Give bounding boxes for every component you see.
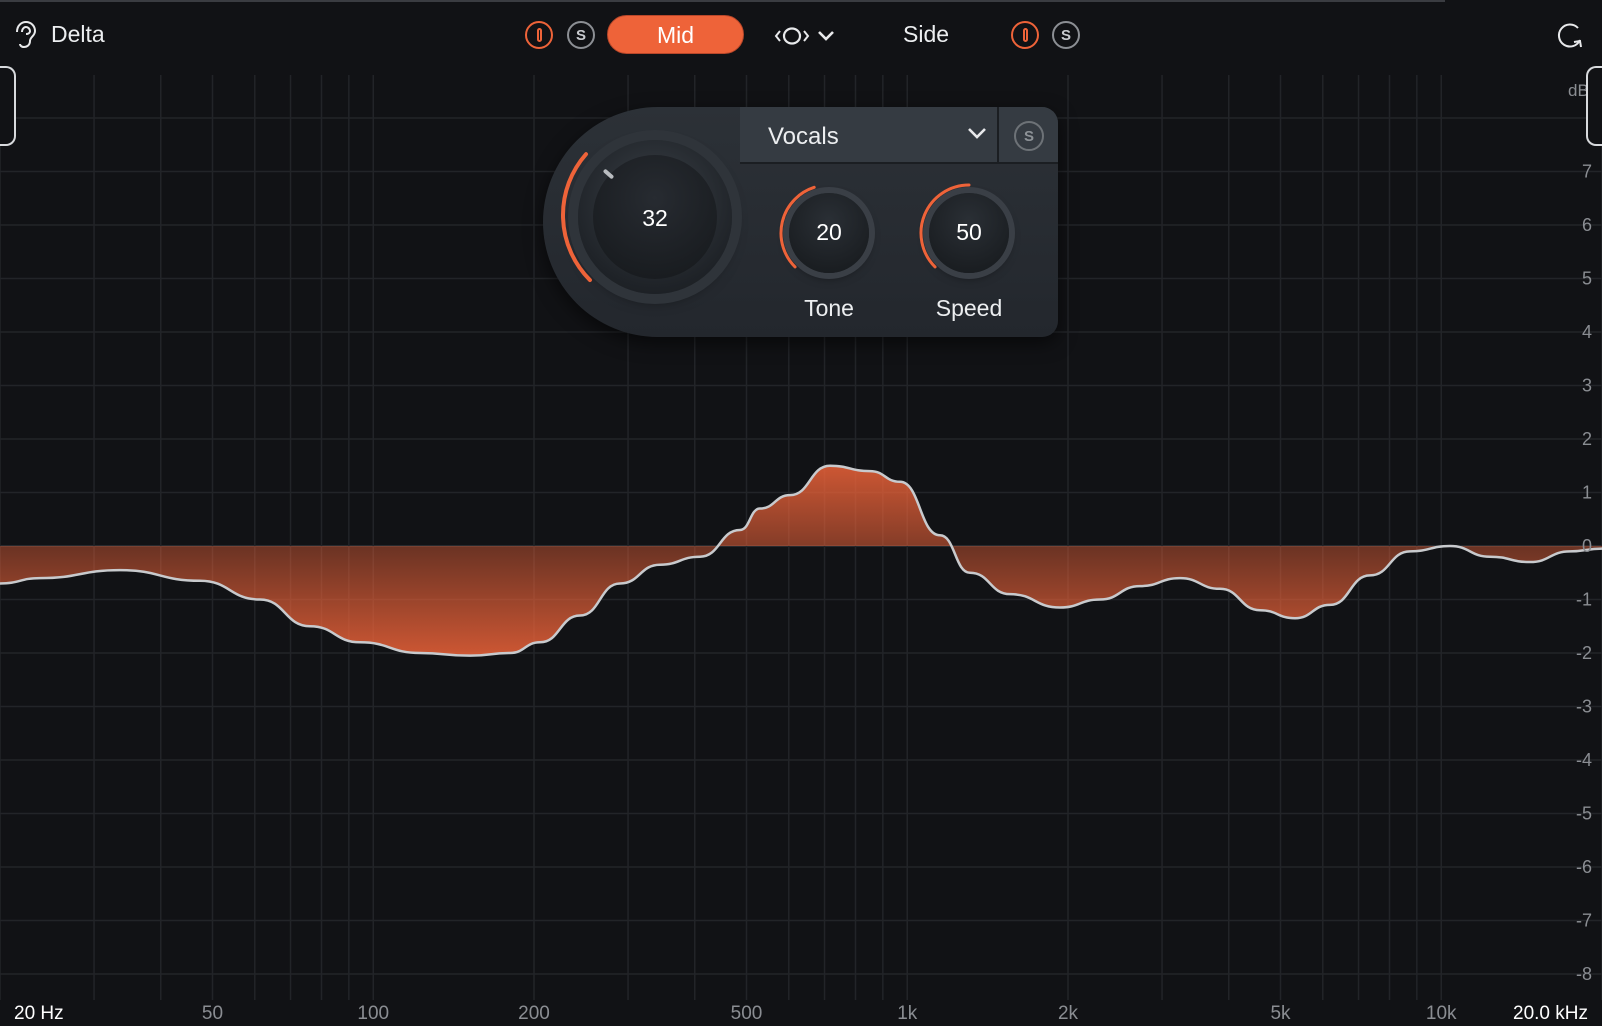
speed-label: Speed	[935, 295, 1003, 321]
mid-tab[interactable]: Mid	[607, 15, 744, 54]
chevron-down-icon[interactable]	[967, 126, 987, 140]
frequency-tick-label: 2k	[1058, 1003, 1079, 1024]
db-tick-label: -2	[1576, 643, 1592, 663]
power-indicator-icon	[1022, 28, 1028, 42]
db-tick-label: 6	[1582, 215, 1592, 235]
panel-divider	[997, 107, 999, 164]
db-tick-label: 4	[1582, 322, 1592, 342]
frequency-tick-label: 1k	[897, 1003, 918, 1024]
side-solo-button[interactable]: S	[1052, 21, 1080, 49]
left-panel-tab[interactable]	[0, 66, 16, 146]
mid-solo-button[interactable]: S	[567, 21, 595, 49]
frequency-tick-label: 500	[731, 1003, 763, 1024]
stereo-link-icon[interactable]	[774, 24, 844, 48]
power-indicator-icon	[536, 28, 542, 42]
right-panel-tab[interactable]	[1586, 66, 1602, 146]
db-tick-label: 5	[1582, 269, 1592, 289]
db-tick-label: -5	[1576, 804, 1592, 824]
db-axis-labels: 7 6 5 4 3 2 1 0 -1 -2 -3 -4 -5 -6 -7 -8	[1576, 162, 1592, 985]
frequency-tick-label: 10k	[1426, 1003, 1457, 1024]
mid-bypass-button[interactable]	[525, 21, 553, 49]
amount-value: 32	[642, 205, 668, 231]
db-tick-label: -4	[1576, 750, 1592, 770]
frequency-tick-label: 100	[357, 1003, 389, 1024]
frequency-tick-label: 200	[518, 1003, 550, 1024]
db-tick-label: 2	[1582, 429, 1592, 449]
db-tick-label: -3	[1576, 697, 1592, 717]
db-tick-label: -6	[1576, 857, 1592, 877]
db-tick-label: -8	[1576, 964, 1592, 984]
db-tick-label: -7	[1576, 911, 1592, 931]
tone-value: 20	[816, 219, 842, 245]
db-tick-label: 0	[1582, 536, 1592, 556]
frequency-tick-label: 20.0 kHz	[1513, 1003, 1588, 1024]
delta-label[interactable]: Delta	[51, 21, 105, 48]
frequency-axis-labels: 20 Hz 50 100 200 500 1k 2k 5k 10k 20.0 kHz	[14, 1003, 1588, 1024]
tone-label: Tone	[804, 295, 854, 321]
db-tick-label: 3	[1582, 376, 1592, 396]
preset-name[interactable]: Vocals	[768, 123, 839, 151]
response-fill	[0, 465, 1602, 656]
ear-icon[interactable]	[12, 20, 38, 50]
frequency-tick-label: 50	[202, 1003, 223, 1024]
side-bypass-button[interactable]	[1011, 21, 1039, 49]
db-tick-label: -1	[1576, 590, 1592, 610]
refresh-icon[interactable]	[1556, 20, 1586, 50]
db-tick-label: 1	[1582, 483, 1592, 503]
frequency-tick-label: 20 Hz	[14, 1003, 64, 1024]
speed-value: 50	[956, 219, 982, 245]
module-solo-button[interactable]: S	[1014, 121, 1044, 151]
side-tab[interactable]: Side	[903, 21, 949, 48]
top-bar: Delta S Mid Side S	[0, 0, 1602, 70]
frequency-tick-label: 5k	[1270, 1003, 1291, 1024]
db-tick-label: 7	[1582, 162, 1592, 182]
